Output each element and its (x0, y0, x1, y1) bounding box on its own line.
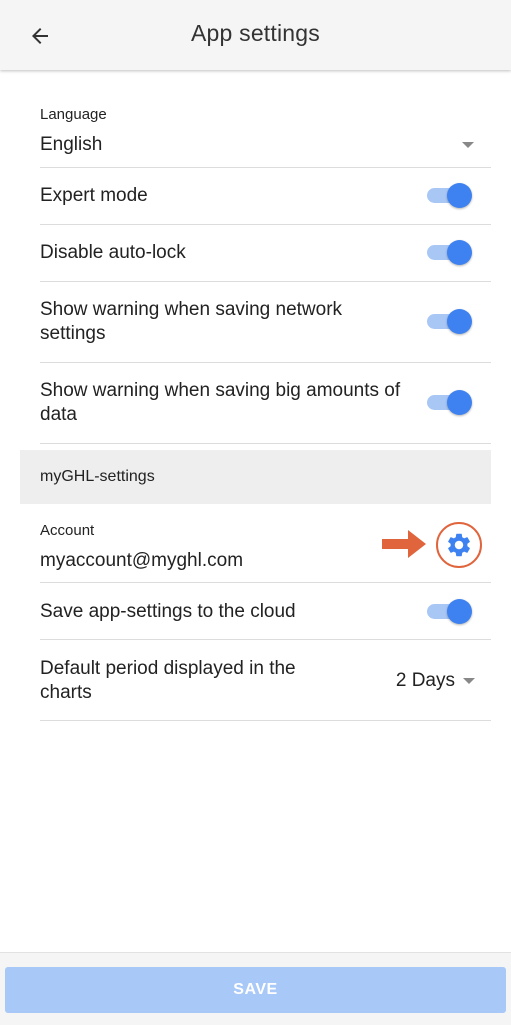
cloud-toggle[interactable] (427, 599, 472, 624)
auto-lock-row: Disable auto-lock (40, 224, 491, 282)
account-settings-button[interactable] (436, 522, 482, 568)
chevron-down-icon (463, 678, 475, 684)
network-warning-label: Show warning when saving network setting… (40, 299, 343, 344)
network-warning-toggle[interactable] (427, 309, 472, 334)
save-button[interactable]: SAVE (5, 967, 506, 1013)
account-value: myaccount@myghl.com (40, 550, 244, 571)
chevron-down-icon (462, 142, 474, 148)
expert-mode-row: Expert mode (40, 167, 491, 225)
period-label: Default period displayed in the charts (40, 658, 296, 703)
auto-lock-label: Disable auto-lock (40, 242, 186, 263)
data-warning-row: Show warning when saving big amounts of … (40, 362, 491, 444)
data-warning-toggle[interactable] (427, 390, 472, 415)
app-bar: App settings (0, 0, 511, 70)
cloud-label: Save app-settings to the cloud (40, 601, 296, 622)
page-title: App settings (191, 20, 320, 46)
expert-mode-label: Expert mode (40, 185, 148, 206)
gear-icon (448, 533, 470, 557)
period-row: Default period displayed in the charts 2… (40, 639, 491, 721)
expert-mode-toggle[interactable] (427, 183, 472, 208)
section-header: myGHL-settings (20, 450, 491, 504)
auto-lock-toggle[interactable] (427, 240, 472, 265)
data-warning-label: Show warning when saving big amounts of … (40, 380, 401, 425)
section-title: myGHL-settings (40, 468, 155, 485)
period-select[interactable]: 2 Days (396, 670, 475, 692)
network-warning-row: Show warning when saving network setting… (40, 281, 491, 363)
cloud-row: Save app-settings to the cloud (40, 582, 491, 640)
language-label: Language (40, 106, 107, 123)
annotation-arrow-icon (382, 530, 426, 558)
language-value: English (40, 134, 103, 155)
account-row: Account myaccount@myghl.com (40, 505, 491, 583)
language-select[interactable]: Language English (40, 92, 491, 168)
account-label: Account (40, 522, 95, 539)
bottom-bar: SAVE (0, 952, 511, 1025)
